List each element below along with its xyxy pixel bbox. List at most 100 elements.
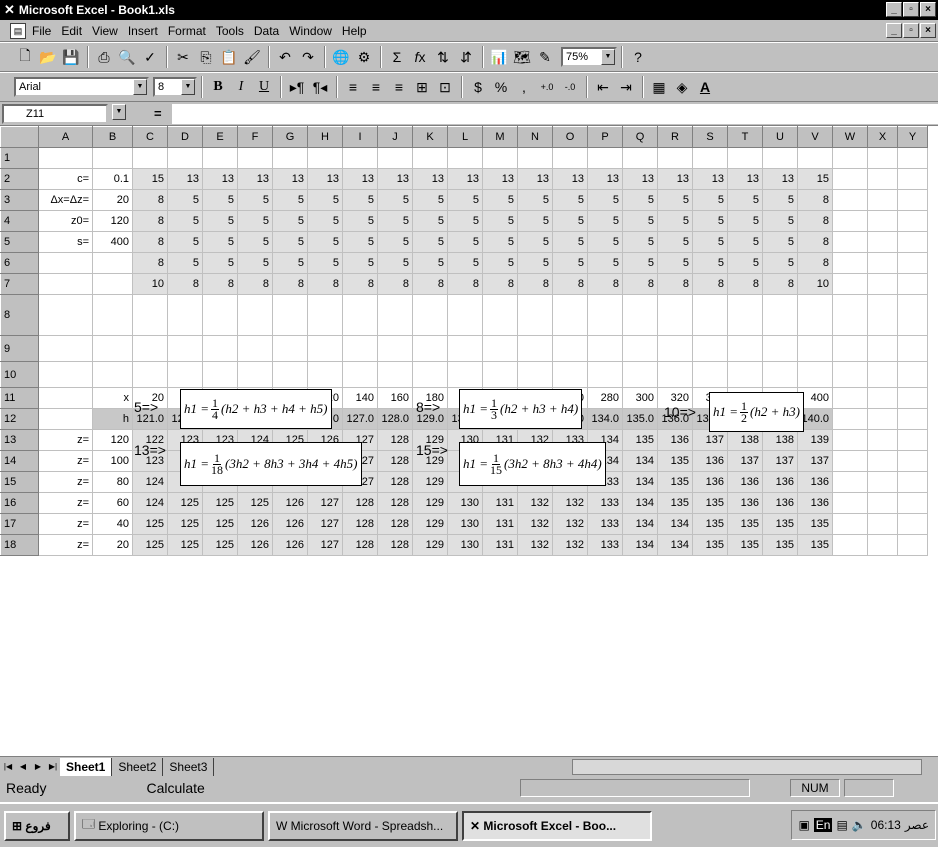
z-cell[interactable]: 135 xyxy=(727,534,763,556)
cell[interactable] xyxy=(797,147,833,169)
coeff-cell[interactable]: 15 xyxy=(797,168,833,190)
cell[interactable] xyxy=(832,252,868,274)
column-header[interactable]: U xyxy=(762,126,798,148)
bold-icon[interactable]: B xyxy=(207,76,229,98)
param-label[interactable]: z0= xyxy=(38,210,93,232)
cell[interactable] xyxy=(867,387,898,409)
chevron-down-icon[interactable]: ▼ xyxy=(133,79,147,95)
cell[interactable] xyxy=(272,361,308,388)
coeff-cell[interactable]: 5 xyxy=(587,252,623,274)
coeff-cell[interactable]: 13 xyxy=(377,168,413,190)
currency-icon[interactable]: $ xyxy=(467,76,489,98)
cell[interactable] xyxy=(867,335,898,362)
z-cell[interactable]: 132 xyxy=(552,534,588,556)
column-header[interactable]: N xyxy=(517,126,553,148)
z-label[interactable]: z= xyxy=(38,471,93,493)
coeff-cell[interactable]: 8 xyxy=(237,273,273,295)
z-cell[interactable]: 132 xyxy=(517,492,553,514)
column-header[interactable]: K xyxy=(412,126,448,148)
cell[interactable] xyxy=(167,294,203,336)
cell[interactable] xyxy=(202,361,238,388)
cell[interactable] xyxy=(897,513,928,535)
map-icon[interactable]: 🗺 xyxy=(511,46,533,68)
cell[interactable] xyxy=(202,147,238,169)
row-header[interactable]: 15 xyxy=(0,471,39,493)
cell[interactable] xyxy=(412,147,448,169)
next-sheet-icon[interactable]: ▶ xyxy=(31,760,45,774)
z-cell[interactable]: 130 xyxy=(447,534,483,556)
z-value[interactable]: 60 xyxy=(92,492,133,514)
h-cell[interactable]: 134.0 xyxy=(587,408,623,430)
row-header[interactable]: 17 xyxy=(0,513,39,535)
cell[interactable] xyxy=(867,168,898,190)
cell[interactable] xyxy=(657,147,693,169)
cell[interactable] xyxy=(237,147,273,169)
cell[interactable] xyxy=(38,408,93,430)
prev-sheet-icon[interactable]: ◀ xyxy=(16,760,30,774)
cell[interactable] xyxy=(867,361,898,388)
minimize-button[interactable]: _ xyxy=(886,2,902,17)
underline-icon[interactable]: U xyxy=(253,76,275,98)
cell[interactable] xyxy=(897,534,928,556)
column-header[interactable]: O xyxy=(552,126,588,148)
cell[interactable] xyxy=(867,513,898,535)
z-cell[interactable]: 126 xyxy=(272,492,308,514)
param-label[interactable]: s= xyxy=(38,231,93,253)
row-header[interactable]: 10 xyxy=(0,361,39,388)
cell[interactable] xyxy=(38,387,93,409)
z-cell[interactable]: 126 xyxy=(272,513,308,535)
cell[interactable] xyxy=(832,210,868,232)
column-header[interactable]: C xyxy=(132,126,168,148)
z-cell[interactable]: 136 xyxy=(727,492,763,514)
x-cell[interactable]: 280 xyxy=(587,387,623,409)
column-header[interactable]: J xyxy=(377,126,413,148)
hyperlink-icon[interactable]: 🌐 xyxy=(330,46,352,68)
cell[interactable] xyxy=(762,361,798,388)
coeff-cell[interactable]: 5 xyxy=(517,231,553,253)
z-cell[interactable]: 135 xyxy=(657,471,693,493)
cell[interactable] xyxy=(38,147,93,169)
z-cell[interactable]: 136 xyxy=(797,471,833,493)
coeff-cell[interactable]: 5 xyxy=(622,231,658,253)
coeff-cell[interactable]: 13 xyxy=(482,168,518,190)
z-cell[interactable]: 129 xyxy=(412,513,448,535)
spelling-icon[interactable]: ✓ xyxy=(139,46,161,68)
cell[interactable] xyxy=(832,387,868,409)
coeff-cell[interactable]: 8 xyxy=(377,273,413,295)
cell[interactable] xyxy=(167,147,203,169)
cell[interactable] xyxy=(897,210,928,232)
cell[interactable] xyxy=(342,361,378,388)
coeff-cell[interactable]: 5 xyxy=(587,189,623,211)
coeff-cell[interactable]: 5 xyxy=(167,231,203,253)
z-cell[interactable]: 133 xyxy=(587,534,623,556)
z-cell[interactable]: 135 xyxy=(692,534,728,556)
coeff-cell[interactable]: 5 xyxy=(447,252,483,274)
ltr-icon[interactable]: ▸¶ xyxy=(286,76,308,98)
document-icon[interactable]: ▤ xyxy=(10,22,26,39)
z-value[interactable]: 100 xyxy=(92,450,133,472)
cell[interactable] xyxy=(622,335,658,362)
coeff-cell[interactable]: 5 xyxy=(622,252,658,274)
coeff-cell[interactable]: 8 xyxy=(202,273,238,295)
cell[interactable] xyxy=(897,294,928,336)
z-cell[interactable]: 135 xyxy=(762,513,798,535)
column-header[interactable]: L xyxy=(447,126,483,148)
z-cell[interactable]: 131 xyxy=(482,534,518,556)
cell[interactable] xyxy=(377,361,413,388)
coeff-cell[interactable]: 13 xyxy=(552,168,588,190)
x-row-label[interactable]: x xyxy=(92,387,133,409)
language-indicator[interactable]: En xyxy=(813,818,833,832)
param-label[interactable]: c= xyxy=(38,168,93,190)
increase-decimal-icon[interactable]: +.0 xyxy=(536,76,558,98)
column-header[interactable]: Q xyxy=(622,126,658,148)
cell[interactable] xyxy=(867,492,898,514)
coeff-cell[interactable]: 5 xyxy=(727,231,763,253)
coeff-cell[interactable]: 13 xyxy=(622,168,658,190)
cell[interactable] xyxy=(342,294,378,336)
z-cell[interactable]: 125 xyxy=(167,513,203,535)
cell[interactable] xyxy=(377,147,413,169)
cell[interactable] xyxy=(832,361,868,388)
cell[interactable] xyxy=(202,335,238,362)
font-select[interactable]: Arial ▼ xyxy=(14,77,149,97)
coeff-cell[interactable]: 5 xyxy=(202,231,238,253)
